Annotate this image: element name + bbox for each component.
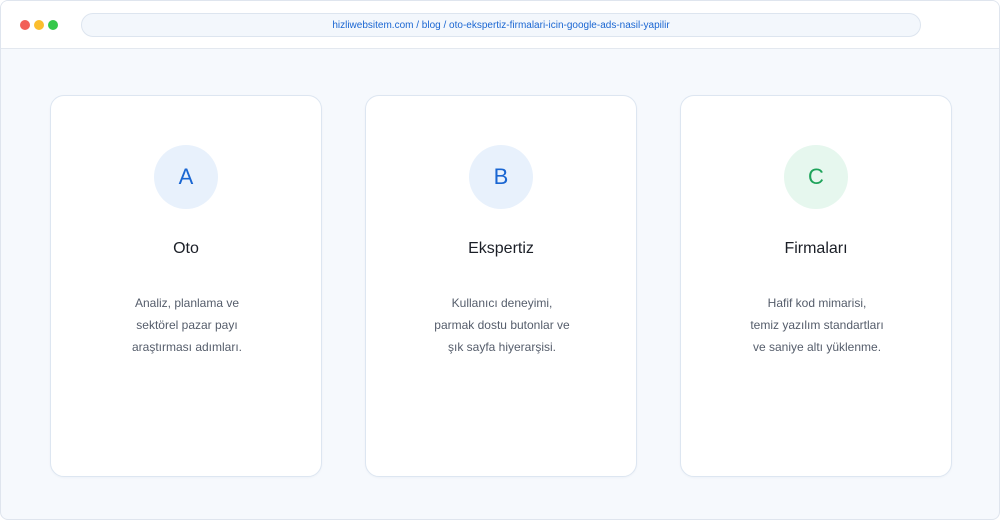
feature-card-oto: A Oto Analiz, planlama ve sektörel pazar…: [50, 95, 322, 477]
card-description-line: Hafif kod mimarisi,: [767, 296, 867, 310]
badge-a: A: [154, 145, 218, 209]
card-description-line: şık sayfa hiyerarşisi.: [447, 340, 557, 354]
badge-b: B: [469, 145, 533, 209]
maximize-window-button[interactable]: [48, 20, 58, 30]
card-description-line: Analiz, planlama ve: [134, 296, 240, 310]
card-title: Oto: [173, 240, 199, 257]
title-bar: hizliwebsitem.com / blog / oto-ekspertiz…: [1, 1, 999, 49]
card-description: Kullanıcı deneyimi, parmak dostu butonla…: [386, 292, 618, 358]
card-title: Firmaları: [784, 240, 848, 257]
card-title: Ekspertiz: [468, 240, 534, 257]
card-description: Analiz, planlama ve sektörel pazar payı …: [71, 292, 303, 358]
badge-c: C: [784, 145, 848, 209]
feature-card-ekspertiz: B Ekspertiz Kullanıcı deneyimi, parmak d…: [365, 95, 637, 477]
card-description-line: Kullanıcı deneyimi,: [451, 296, 553, 310]
card-description: Hafif kod mimarisi, temiz yazılım standa…: [701, 292, 933, 358]
card-description-line: araştırması adımları.: [131, 340, 243, 354]
card-description-line: ve saniye altı yüklenme.: [752, 340, 882, 354]
browser-window: hizliwebsitem.com / blog / oto-ekspertiz…: [0, 0, 1000, 520]
address-bar[interactable]: hizliwebsitem.com / blog / oto-ekspertiz…: [81, 13, 921, 37]
feature-card-firmalari: C Firmaları Hafif kod mimarisi, temiz ya…: [680, 95, 952, 477]
card-description-line: temiz yazılım standartları: [750, 318, 884, 332]
url-text: hizliwebsitem.com / blog / oto-ekspertiz…: [332, 19, 670, 31]
minimize-window-button[interactable]: [34, 20, 44, 30]
close-window-button[interactable]: [20, 20, 30, 30]
card-description-line: sektörel pazar payı: [136, 318, 238, 332]
card-description-line: parmak dostu butonlar ve: [434, 318, 570, 332]
